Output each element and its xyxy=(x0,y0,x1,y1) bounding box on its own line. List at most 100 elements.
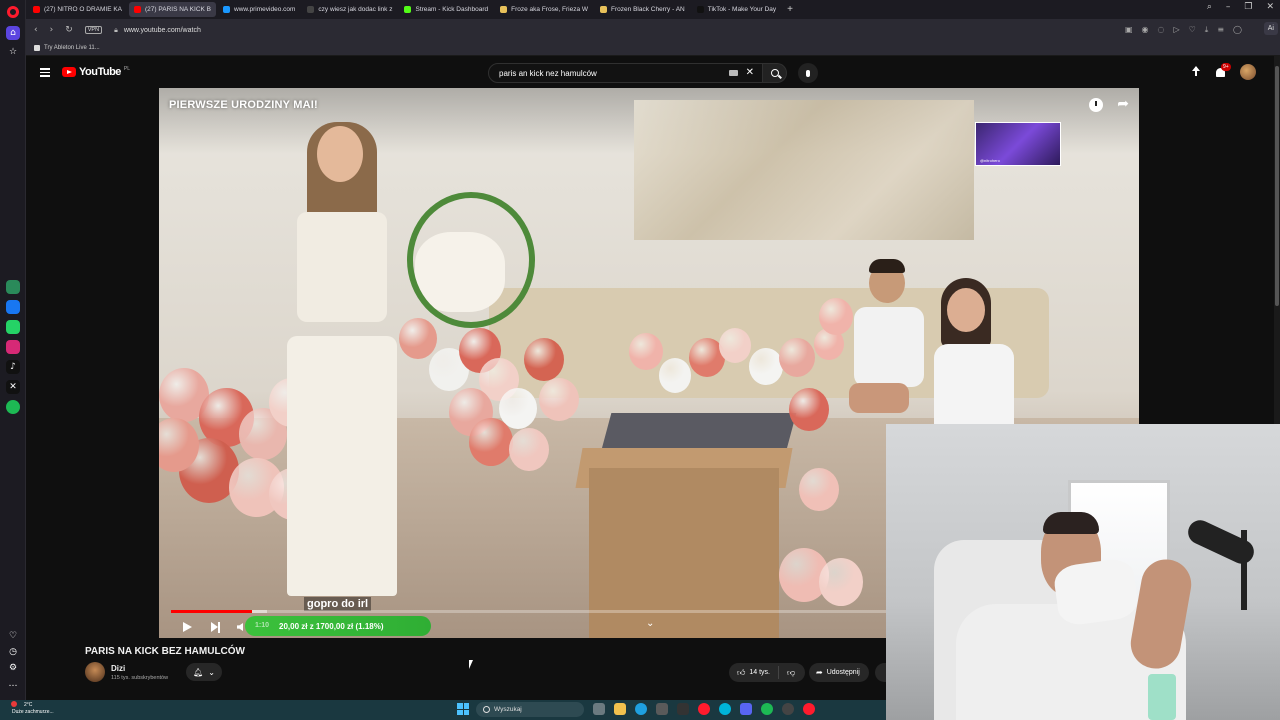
microphone xyxy=(1184,516,1258,568)
restore-icon[interactable]: ❐ xyxy=(1244,2,1252,12)
browser-tab[interactable]: TikTok - Make Your Day xyxy=(692,2,781,17)
tab-label: Froze aka Frose, Frieza W xyxy=(511,6,589,13)
more-icon[interactable]: … xyxy=(6,677,20,691)
settings-icon[interactable]: ⚙ xyxy=(6,661,20,675)
camera-icon[interactable]: ◉ xyxy=(1142,25,1149,35)
youtube-logo[interactable]: YouTube PL xyxy=(62,66,130,78)
voice-search-button[interactable] xyxy=(798,63,818,83)
screenshot-icon[interactable]: ▣ xyxy=(1125,25,1133,35)
x-icon[interactable]: ✕ xyxy=(6,380,20,394)
tab-favicon-icon xyxy=(223,6,230,13)
keyboard-icon[interactable] xyxy=(729,70,738,76)
clear-search-icon[interactable]: ✕ xyxy=(746,67,754,78)
share-label: Udostępnij xyxy=(826,669,860,676)
reload-icon[interactable]: ↻ xyxy=(65,25,73,35)
share-button[interactable]: ➦ Udostępnij xyxy=(809,663,869,682)
download-icon[interactable]: ⤓ xyxy=(1205,25,1209,35)
browser-tab[interactable]: (27) PARIS NA KICK B xyxy=(129,2,216,17)
opera-icon[interactable] xyxy=(803,703,815,715)
url-field[interactable]: www.youtube.com/watch xyxy=(124,27,201,34)
donation-goal-text: 20,00 zł z 1700,00 zł (1.18%) xyxy=(279,621,384,631)
tab-strip: (27) NITRO O DRAMIE KA (27) PARIS NA KICK… xyxy=(26,0,1280,19)
tiktok-icon[interactable]: ♪ xyxy=(6,360,20,374)
ableton-icon xyxy=(34,45,40,51)
bookmark-item[interactable]: Try Ableton Live 11... xyxy=(44,45,100,51)
back-icon[interactable]: ‹ xyxy=(34,25,38,35)
play-icon[interactable]: ▷ xyxy=(1173,25,1179,35)
drink-can xyxy=(1148,674,1176,720)
start-button-icon[interactable] xyxy=(457,703,469,715)
man-on-sofa xyxy=(849,259,929,443)
discord-icon[interactable] xyxy=(740,703,752,715)
address-bar-actions: ▣ ◉ ◌ ▷ ♡ ⤓ ≡ ◯ xyxy=(1125,25,1242,35)
video-title-overlay[interactable]: PIERWSZE URODZINY MAI! xyxy=(169,99,318,111)
streamer-hair xyxy=(1043,512,1099,534)
spotify-icon[interactable] xyxy=(6,400,20,414)
store-icon[interactable] xyxy=(656,703,668,715)
share-arrow-icon[interactable]: ➦ xyxy=(1117,96,1129,112)
menu-icon[interactable]: ≡ xyxy=(1217,25,1224,35)
channel-avatar[interactable] xyxy=(85,662,105,682)
top xyxy=(297,212,387,322)
file-explorer-icon[interactable] xyxy=(614,703,626,715)
weather-description: Duże zachmurze... xyxy=(12,709,54,715)
channel-name[interactable]: Dizi xyxy=(111,664,125,673)
hamburger-menu-icon[interactable] xyxy=(40,68,50,77)
dislike-button[interactable]: 👎︎ xyxy=(779,668,795,678)
app-icon[interactable] xyxy=(719,703,731,715)
weather-widget[interactable]: 2°C Duże zachmurze... xyxy=(12,702,54,716)
vpn-badge[interactable]: VPN xyxy=(84,26,103,34)
chatgpt-icon[interactable] xyxy=(6,280,20,294)
create-icon[interactable] xyxy=(1191,66,1201,78)
close-icon[interactable]: ✕ xyxy=(1266,2,1274,12)
forward-icon[interactable]: › xyxy=(50,25,54,35)
browser-tab[interactable]: Stream - Kick Dashboard xyxy=(399,2,493,17)
browser-tab[interactable]: (27) NITRO O DRAMIE KA xyxy=(28,2,127,17)
app-icon[interactable] xyxy=(677,703,689,715)
spotify-icon[interactable] xyxy=(761,703,773,715)
edge-icon[interactable] xyxy=(635,703,647,715)
opera-logo-icon[interactable] xyxy=(7,6,19,18)
search-tabs-icon[interactable]: ⌕ xyxy=(1207,2,1212,12)
heart-icon[interactable]: ♡ xyxy=(6,629,20,643)
minimize-icon[interactable]: – xyxy=(1226,2,1231,12)
watch-later-icon[interactable] xyxy=(1089,98,1103,112)
chevron-down-icon[interactable]: ⌄ xyxy=(646,618,654,629)
scroll-thumb[interactable] xyxy=(1275,66,1279,306)
browser-tab[interactable]: czy wiesz jak dodac link z xyxy=(302,2,397,17)
messenger-icon[interactable] xyxy=(6,300,20,314)
obs-icon[interactable] xyxy=(782,703,794,715)
whatsapp-icon[interactable] xyxy=(6,320,20,334)
lock-icon[interactable]: 🔒︎ xyxy=(114,26,118,35)
browser-tab[interactable]: www.primevideo.com xyxy=(218,2,300,17)
search-input[interactable]: paris an kick nez hamulców ✕ xyxy=(488,63,763,83)
taskbar-search[interactable]: Wyszukaj xyxy=(476,702,584,717)
browser-tab[interactable]: Frozen Black Cherry - AN xyxy=(595,2,690,17)
task-view-icon[interactable] xyxy=(593,703,605,715)
notifications-button[interactable]: 9+ xyxy=(1215,62,1231,78)
browser-tab[interactable]: Froze aka Frose, Frieza W xyxy=(495,2,593,17)
like-button[interactable]: 👍︎ 14 tys. xyxy=(729,666,779,679)
heart-icon[interactable]: ♡ xyxy=(1189,25,1196,35)
account-avatar[interactable] xyxy=(1240,64,1256,80)
overlay-label: @nitrohero xyxy=(980,158,1000,163)
home-icon[interactable]: ⌂ xyxy=(6,26,20,40)
thumbs-down-icon: 👎︎ xyxy=(787,667,796,677)
subscribed-button[interactable]: 🔔︎ ⌄ xyxy=(186,663,222,681)
shirt xyxy=(854,307,924,387)
history-icon[interactable]: ◷ xyxy=(6,645,20,659)
opera-gx-icon[interactable] xyxy=(698,703,710,715)
profile-icon[interactable]: ◯ xyxy=(1233,25,1242,35)
next-button-icon[interactable] xyxy=(211,622,221,633)
search-button[interactable] xyxy=(763,63,787,83)
aria-ai-button[interactable]: Ai xyxy=(1263,22,1278,35)
star-icon[interactable]: ☆ xyxy=(6,45,20,59)
hair xyxy=(869,259,905,273)
balloon xyxy=(799,468,839,512)
new-tab-button[interactable]: + xyxy=(787,4,793,15)
instagram-icon[interactable] xyxy=(6,340,20,354)
played-bar xyxy=(171,610,252,613)
tab-label: www.primevideo.com xyxy=(234,6,296,13)
vpn-shield-icon[interactable]: ◌ xyxy=(1157,25,1164,35)
play-button-icon[interactable] xyxy=(183,622,192,632)
